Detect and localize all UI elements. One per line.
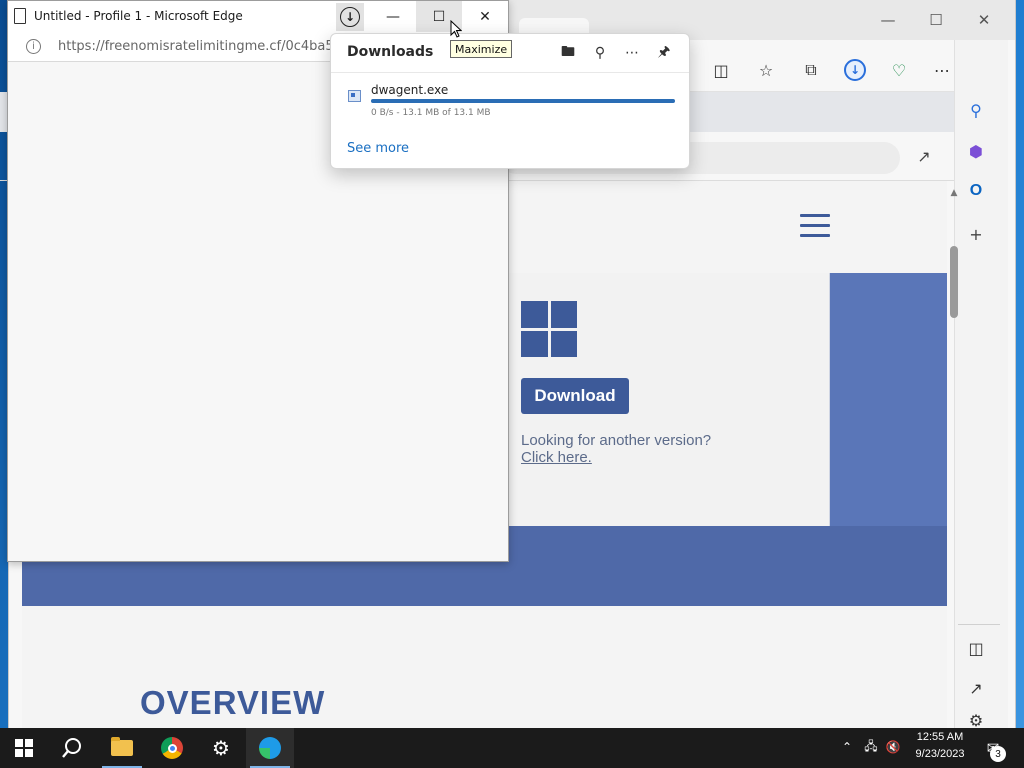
sidebar-divider bbox=[958, 624, 1000, 625]
volume-button[interactable]: 🔇 bbox=[884, 736, 902, 758]
pin-downloads-button[interactable]: 🖈 bbox=[653, 42, 675, 64]
add-icon: + bbox=[969, 224, 983, 244]
settings-icon: ⚙ bbox=[968, 712, 984, 728]
windows-logo-icon bbox=[521, 301, 577, 357]
vertical-scrollbar-thumb[interactable] bbox=[950, 246, 958, 318]
close-icon: ✕ bbox=[977, 11, 991, 29]
maximize-icon: ☐ bbox=[929, 11, 943, 29]
more-options-button[interactable]: ⋯ bbox=[621, 42, 643, 64]
file-explorer-icon bbox=[111, 737, 133, 756]
notification-count-badge: 3 bbox=[990, 746, 1006, 762]
overview-heading: OVERVIEW bbox=[140, 684, 326, 721]
download-file-name[interactable]: dwagent.exe bbox=[371, 83, 448, 97]
chrome-icon bbox=[161, 737, 183, 759]
edge-icon bbox=[259, 737, 281, 759]
favorites-button[interactable]: ☆ bbox=[751, 56, 781, 84]
version-text: Looking for another version? bbox=[521, 432, 712, 449]
sidebar-outlook-button[interactable]: O bbox=[962, 177, 990, 205]
chrome-app[interactable] bbox=[148, 728, 196, 768]
office-icon: ⬢ bbox=[969, 141, 983, 161]
outlook-icon: O bbox=[969, 182, 983, 199]
download-progress-fill bbox=[371, 99, 675, 103]
split-screen-icon: ◫ bbox=[713, 60, 729, 80]
info-icon[interactable]: i bbox=[26, 39, 41, 54]
edge-app[interactable] bbox=[246, 728, 294, 768]
sidebar-toggle-button[interactable]: ◫ bbox=[962, 634, 990, 662]
maximize-tooltip: Maximize bbox=[450, 40, 513, 58]
maximize-button[interactable]: ☐ bbox=[913, 6, 959, 34]
popup-downloads-button[interactable]: ↓ bbox=[336, 3, 364, 31]
popup-window-title: Untitled - Profile 1 - Microsoft Edge bbox=[34, 9, 243, 23]
popup-close-button[interactable]: ✕ bbox=[462, 1, 508, 32]
open-external-icon: ↗ bbox=[917, 146, 931, 166]
see-more-link[interactable]: See more bbox=[347, 141, 409, 156]
search-icon: ⚲ bbox=[970, 100, 982, 120]
show-hidden-icons-button[interactable]: ⌃ bbox=[838, 736, 856, 758]
taskbar-search-button[interactable] bbox=[48, 728, 96, 768]
windows-start-icon bbox=[15, 739, 33, 757]
download-status: 0 B/s - 13.1 MB of 13.1 MB bbox=[371, 108, 491, 118]
popup-minimize-button[interactable]: — bbox=[370, 1, 416, 32]
open-external-icon: ↗ bbox=[969, 678, 983, 698]
more-icon: ⋯ bbox=[625, 45, 639, 61]
browser-essentials-button[interactable]: ♡ bbox=[884, 56, 914, 84]
more-icon: ⋯ bbox=[934, 60, 950, 80]
sidebar-search-button[interactable]: ⚲ bbox=[962, 96, 990, 124]
downloads-button[interactable]: ↓ bbox=[840, 56, 870, 84]
close-button[interactable]: ✕ bbox=[961, 6, 1007, 34]
collections-button[interactable]: ⧉ bbox=[796, 56, 826, 84]
network-icon: 🖧 bbox=[864, 738, 878, 753]
minimize-icon: — bbox=[880, 11, 896, 29]
scroll-up-arrow[interactable]: ▲ bbox=[947, 186, 961, 200]
clock-date[interactable]: 9/23/2023 bbox=[912, 748, 968, 760]
popup-titlebar: Untitled - Profile 1 - Microsoft Edge ↓ … bbox=[8, 1, 508, 32]
click-here-link[interactable]: Click here. bbox=[521, 449, 592, 466]
sidebar-toggle-icon: ◫ bbox=[968, 638, 984, 658]
clock-time[interactable]: 12:55 AM bbox=[912, 731, 968, 743]
page-icon bbox=[14, 8, 26, 24]
search-downloads-button[interactable]: ⚲ bbox=[589, 42, 611, 64]
exe-file-icon bbox=[348, 90, 361, 102]
open-external-button[interactable]: ↗ bbox=[912, 144, 936, 168]
mouse-cursor bbox=[450, 20, 462, 38]
settings-app[interactable]: ⚙ bbox=[197, 728, 245, 768]
minimize-icon: — bbox=[386, 8, 400, 25]
browser-essentials-icon: ♡ bbox=[891, 60, 907, 80]
settings-more-button[interactable]: ⋯ bbox=[927, 56, 957, 84]
sidebar-settings-button[interactable]: ⚙ bbox=[962, 712, 990, 728]
popup-url[interactable]: https://freenomisratelimitingme.cf/0c4ba… bbox=[58, 39, 334, 54]
close-icon: ✕ bbox=[479, 8, 491, 25]
split-screen-button[interactable]: ◫ bbox=[706, 56, 736, 84]
search-icon: ⚲ bbox=[594, 45, 606, 61]
downloads-title: Downloads bbox=[347, 44, 434, 60]
sidebar-add-button[interactable]: + bbox=[962, 220, 990, 248]
maximize-icon: ☐ bbox=[432, 8, 446, 25]
pin-icon: 🖈 bbox=[657, 44, 671, 60]
sidebar-office-button[interactable]: ⬢ bbox=[962, 137, 990, 165]
search-icon bbox=[62, 738, 81, 758]
hero-accent bbox=[828, 273, 947, 526]
download-progress-bar bbox=[371, 99, 675, 103]
start-button[interactable] bbox=[0, 728, 48, 768]
volume-muted-icon: 🔇 bbox=[885, 740, 901, 754]
chevron-up-icon: ⌃ bbox=[841, 740, 853, 754]
favorites-icon: ☆ bbox=[758, 60, 774, 80]
download-icon: ↓ bbox=[340, 7, 360, 27]
downloads-divider bbox=[331, 72, 689, 73]
file-explorer-app[interactable] bbox=[98, 728, 146, 768]
hamburger-menu-button[interactable] bbox=[800, 214, 834, 240]
sidebar-open-external-button[interactable]: ↗ bbox=[962, 674, 990, 702]
downloads-icon: ↓ bbox=[844, 59, 866, 81]
folder-icon: 🖿 bbox=[561, 44, 575, 60]
network-button[interactable]: 🖧 bbox=[862, 736, 880, 758]
collections-icon: ⧉ bbox=[805, 60, 817, 79]
download-button[interactable]: Download bbox=[521, 378, 629, 414]
minimize-button[interactable]: — bbox=[865, 6, 911, 34]
open-downloads-folder-button[interactable]: 🖿 bbox=[557, 42, 579, 64]
settings-icon: ⚙ bbox=[212, 736, 230, 760]
